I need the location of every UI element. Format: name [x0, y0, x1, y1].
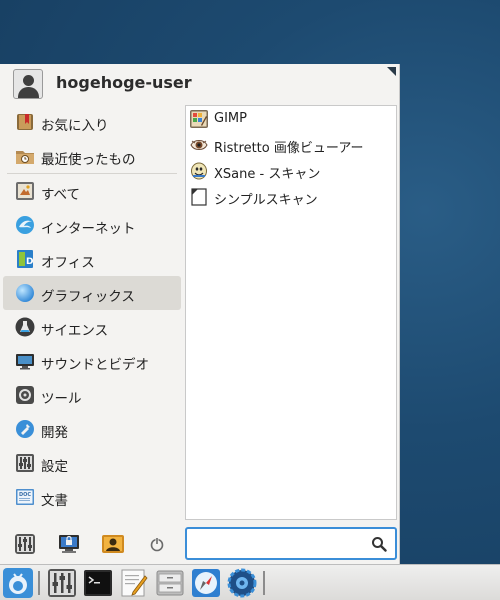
simple-scan-icon — [191, 188, 207, 206]
svg-text:D: D — [26, 257, 33, 267]
category-label: 設定 — [41, 459, 68, 475]
application-list: GIMP Ristretto 画像ビューアー XSane - スキャン シンプル… — [185, 105, 397, 520]
svg-text:DOC: DOC — [19, 492, 31, 498]
bottom-panel — [0, 564, 500, 600]
text-editor-icon[interactable] — [119, 568, 149, 598]
menu-action-bar — [0, 530, 185, 560]
category-office[interactable]: D オフィス — [3, 242, 181, 276]
recent-folder-icon — [16, 151, 34, 164]
category-internet[interactable]: インターネット — [3, 208, 181, 242]
category-graphics[interactable]: グラフィックス — [3, 276, 181, 310]
terminal-icon[interactable] — [83, 568, 113, 598]
category-all[interactable]: すべて — [3, 174, 181, 208]
lock-screen-icon[interactable] — [57, 532, 81, 556]
app-item-xsane[interactable]: XSane - スキャン — [186, 158, 396, 184]
internet-icon — [16, 216, 34, 234]
app-finder-icon[interactable] — [227, 568, 257, 598]
category-tools[interactable]: ツール — [3, 378, 181, 412]
multimedia-icon — [16, 354, 34, 370]
ristretto-eye-icon — [190, 140, 208, 150]
category-label: サイエンス — [41, 323, 109, 339]
panel-separator — [38, 571, 40, 595]
science-flask-icon — [15, 317, 35, 337]
category-list: お気に入り 最近使ったもの すべて インターネット D オフィス グラフィックス… — [3, 105, 181, 514]
app-label: Ristretto 画像ビューアー — [214, 141, 364, 156]
search-icon[interactable] — [371, 536, 387, 552]
search-input[interactable] — [191, 533, 361, 554]
app-label: XSane - スキャン — [214, 167, 321, 182]
app-item-ristretto[interactable]: Ristretto 画像ビューアー — [186, 132, 396, 158]
user-header: hogehoge-user — [0, 64, 400, 102]
category-favorites[interactable]: お気に入り — [3, 105, 181, 139]
category-label: グラフィックス — [41, 289, 135, 305]
category-settings[interactable]: 設定 — [3, 446, 181, 480]
app-item-simple-scan[interactable]: シンプルスキャン — [186, 184, 396, 210]
category-science[interactable]: サイエンス — [3, 310, 181, 344]
bookmark-icon — [17, 114, 33, 130]
search-box — [185, 527, 397, 560]
all-apps-icon — [16, 182, 34, 200]
web-browser-icon[interactable] — [191, 568, 221, 598]
gimp-icon — [190, 110, 208, 128]
settings-manager-icon[interactable] — [47, 568, 77, 598]
category-sound-video[interactable]: サウンドとビデオ — [3, 344, 181, 378]
switch-user-icon[interactable] — [101, 532, 125, 556]
settings-manager-icon[interactable] — [13, 532, 37, 556]
settings-icon — [16, 454, 34, 472]
logout-icon[interactable] — [145, 532, 169, 556]
office-icon: D — [17, 250, 33, 268]
category-label: お気に入り — [41, 118, 109, 134]
user-avatar-icon — [13, 69, 43, 99]
app-label: シンプルスキャン — [214, 193, 318, 208]
category-label: インターネット — [41, 221, 136, 237]
development-icon — [16, 420, 34, 438]
category-label: すべて — [41, 187, 81, 203]
app-label: GIMP — [214, 111, 247, 126]
category-development[interactable]: 開発 — [3, 412, 181, 446]
category-label: 開発 — [41, 425, 68, 441]
category-documents[interactable]: DOC 文書 — [3, 480, 181, 514]
category-recent[interactable]: 最近使ったもの — [3, 139, 181, 173]
category-label: ツール — [41, 391, 82, 407]
user-name: hogehoge-user — [56, 73, 192, 92]
panel-separator — [263, 571, 265, 595]
file-manager-icon[interactable] — [155, 568, 185, 598]
documents-icon: DOC — [16, 489, 34, 505]
whisker-menu-button-icon[interactable] — [3, 568, 33, 598]
graphics-icon — [16, 284, 34, 302]
xsane-icon — [191, 162, 207, 180]
category-label: サウンドとビデオ — [41, 357, 149, 373]
application-menu: hogehoge-user お気に入り 最近使ったもの すべて インターネット … — [0, 64, 400, 564]
category-label: 文書 — [41, 493, 68, 509]
category-label: オフィス — [41, 255, 95, 271]
tools-icon — [16, 386, 34, 404]
category-label: 最近使ったもの — [41, 152, 136, 168]
app-item-gimp[interactable]: GIMP — [186, 106, 396, 132]
